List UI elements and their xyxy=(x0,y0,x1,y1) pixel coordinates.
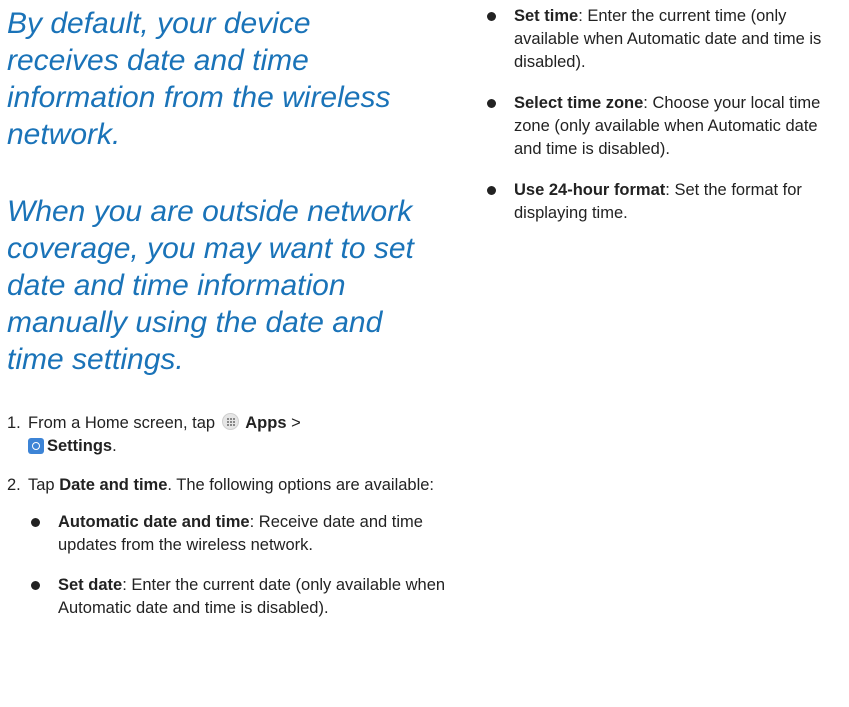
option-title: Select time zone xyxy=(514,94,644,112)
option-select-time-zone: Select time zone: Choose your local time… xyxy=(484,92,844,161)
steps-list: 1. From a Home screen, tap Apps > Settin… xyxy=(7,412,447,637)
option-title: Set date xyxy=(58,576,123,594)
option-title: Automatic date and time xyxy=(58,513,250,531)
apps-label: Apps xyxy=(245,414,287,432)
separator: > xyxy=(291,414,301,432)
option-title: Use 24-hour format xyxy=(514,181,666,199)
intro-paragraph-2: When you are outside network coverage, y… xyxy=(7,195,414,376)
option-use-24-hour-format: Use 24-hour format: Set the format for d… xyxy=(484,179,844,225)
apps-icon xyxy=(221,413,239,430)
option-title: Set time xyxy=(514,7,579,25)
step-end: . xyxy=(112,437,117,455)
step-1: 1. From a Home screen, tap Apps > Settin… xyxy=(7,412,447,458)
step-text: Tap xyxy=(28,476,55,494)
date-and-time-label: Date and time xyxy=(59,476,168,494)
step-number: 2. xyxy=(7,476,21,494)
step-text: From a Home screen, tap xyxy=(28,414,216,432)
options-list-left: Automatic date and time: Receive date an… xyxy=(28,511,447,620)
option-set-time: Set time: Enter the current time (only a… xyxy=(484,5,844,74)
step-text-end: . The following options are available: xyxy=(167,476,435,494)
step-number: 1. xyxy=(7,414,21,432)
settings-label: Settings xyxy=(47,437,113,455)
step-2: 2. Tap Date and time. The following opti… xyxy=(7,474,447,620)
intro-paragraph-1: By default, your device receives date an… xyxy=(7,7,391,151)
option-automatic-date-and-time: Automatic date and time: Receive date an… xyxy=(28,511,458,557)
settings-icon xyxy=(28,438,44,454)
options-list-right: Set time: Enter the current time (only a… xyxy=(484,5,844,243)
option-set-date: Set date: Enter the current date (only a… xyxy=(28,574,458,620)
